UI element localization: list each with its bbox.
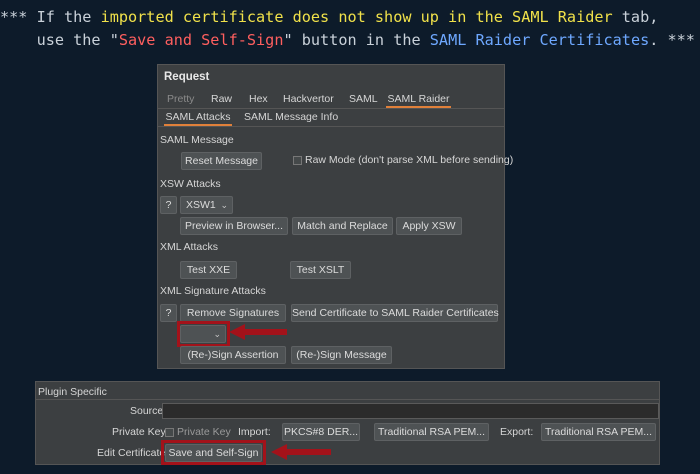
highlight-box bbox=[161, 440, 266, 465]
test-xslt-button[interactable]: Test XSLT bbox=[290, 261, 351, 279]
plugin-specific-panel: Plugin Specific Source Private Key Priva… bbox=[35, 381, 660, 465]
import-traditional-rsa-pem-button[interactable]: Traditional RSA PEM... bbox=[374, 423, 489, 441]
saml-message-label: SAML Message bbox=[160, 134, 234, 146]
tab-saml[interactable]: SAML bbox=[349, 92, 378, 108]
raw-mode-label: Raw Mode (don't parse XML before sending… bbox=[305, 154, 514, 166]
panel-title: Request bbox=[164, 71, 210, 83]
saml-raider-subtabs: SAML Attacks SAML Message Info bbox=[158, 110, 504, 126]
tab-hackvertor[interactable]: Hackvertor bbox=[283, 92, 334, 108]
xml-attacks-label: XML Attacks bbox=[160, 241, 218, 253]
xml-sig-help-button[interactable]: ? bbox=[160, 304, 177, 322]
arrow-left-icon bbox=[271, 444, 331, 460]
send-certificate-button[interactable]: Send Certificate to SAML Raider Certific… bbox=[291, 304, 499, 322]
source-input[interactable] bbox=[162, 403, 659, 419]
xsw-selected-value: XSW1 bbox=[186, 199, 216, 211]
highlight-box bbox=[177, 321, 230, 347]
resign-assertion-button[interactable]: (Re-)Sign Assertion bbox=[180, 346, 286, 364]
export-traditional-rsa-pem-button[interactable]: Traditional RSA PEM... bbox=[541, 423, 656, 441]
test-xxe-button[interactable]: Test XXE bbox=[180, 261, 237, 279]
request-tabs: Pretty Raw Hex Hackvertor SAML SAML Raid… bbox=[158, 92, 504, 108]
arrow-left-icon bbox=[229, 324, 287, 340]
tab-saml-message-info[interactable]: SAML Message Info bbox=[244, 110, 338, 126]
tab-raw[interactable]: Raw bbox=[211, 92, 232, 108]
preview-in-browser-button[interactable]: Preview in Browser... bbox=[180, 217, 288, 235]
export-label: Export: bbox=[500, 426, 534, 438]
note-highlight-red: Save and Self-Sign bbox=[118, 31, 284, 49]
source-label: Source bbox=[130, 405, 164, 417]
divider bbox=[158, 126, 504, 127]
tab-hex[interactable]: Hex bbox=[249, 92, 268, 108]
note-prefix: *** If the bbox=[0, 8, 101, 26]
note-highlight-yellow: imported certificate does not show up in… bbox=[100, 8, 613, 26]
reset-message-button[interactable]: Reset Message bbox=[181, 152, 262, 170]
private-key-check-label: Private Key bbox=[177, 426, 231, 438]
private-key-label: Private Key bbox=[112, 426, 166, 438]
tab-pretty[interactable]: Pretty bbox=[167, 92, 194, 108]
private-key-checkbox[interactable] bbox=[165, 428, 174, 437]
match-and-replace-button[interactable]: Match and Replace bbox=[292, 217, 393, 235]
apply-xsw-button[interactable]: Apply XSW bbox=[396, 217, 462, 235]
tab-saml-raider[interactable]: SAML Raider bbox=[386, 92, 451, 108]
xsw-help-button[interactable]: ? bbox=[160, 196, 177, 214]
raw-mode-checkbox[interactable] bbox=[293, 156, 302, 165]
plugin-specific-title: Plugin Specific bbox=[38, 386, 107, 398]
edit-certificate-label: Edit Certificate bbox=[97, 447, 166, 459]
import-label: Import: bbox=[238, 426, 271, 438]
divider bbox=[36, 399, 659, 400]
note-suffix: . *** bbox=[649, 31, 695, 49]
note-text: " button in the bbox=[283, 31, 430, 49]
tab-saml-attacks[interactable]: SAML Attacks bbox=[164, 110, 232, 126]
xsw-attacks-label: XSW Attacks bbox=[160, 178, 221, 190]
divider bbox=[158, 108, 504, 109]
resign-message-button[interactable]: (Re-)Sign Message bbox=[291, 346, 392, 364]
note-highlight-blue: SAML Raider Certificates bbox=[429, 31, 650, 49]
xml-signature-attacks-label: XML Signature Attacks bbox=[160, 285, 266, 297]
note-text: tab, bbox=[612, 8, 659, 26]
xsw-select[interactable]: XSW1 ⌄ bbox=[180, 196, 233, 214]
instruction-note: *** If the imported certificate does not… bbox=[0, 6, 700, 52]
request-panel: Request Pretty Raw Hex Hackvertor SAML S… bbox=[157, 64, 513, 369]
import-pkcs8-der-button[interactable]: PKCS#8 DER... bbox=[282, 423, 360, 441]
chevron-down-icon: ⌄ bbox=[220, 200, 228, 210]
note-text: use the " bbox=[0, 31, 119, 49]
remove-signatures-button[interactable]: Remove Signatures bbox=[180, 304, 286, 322]
